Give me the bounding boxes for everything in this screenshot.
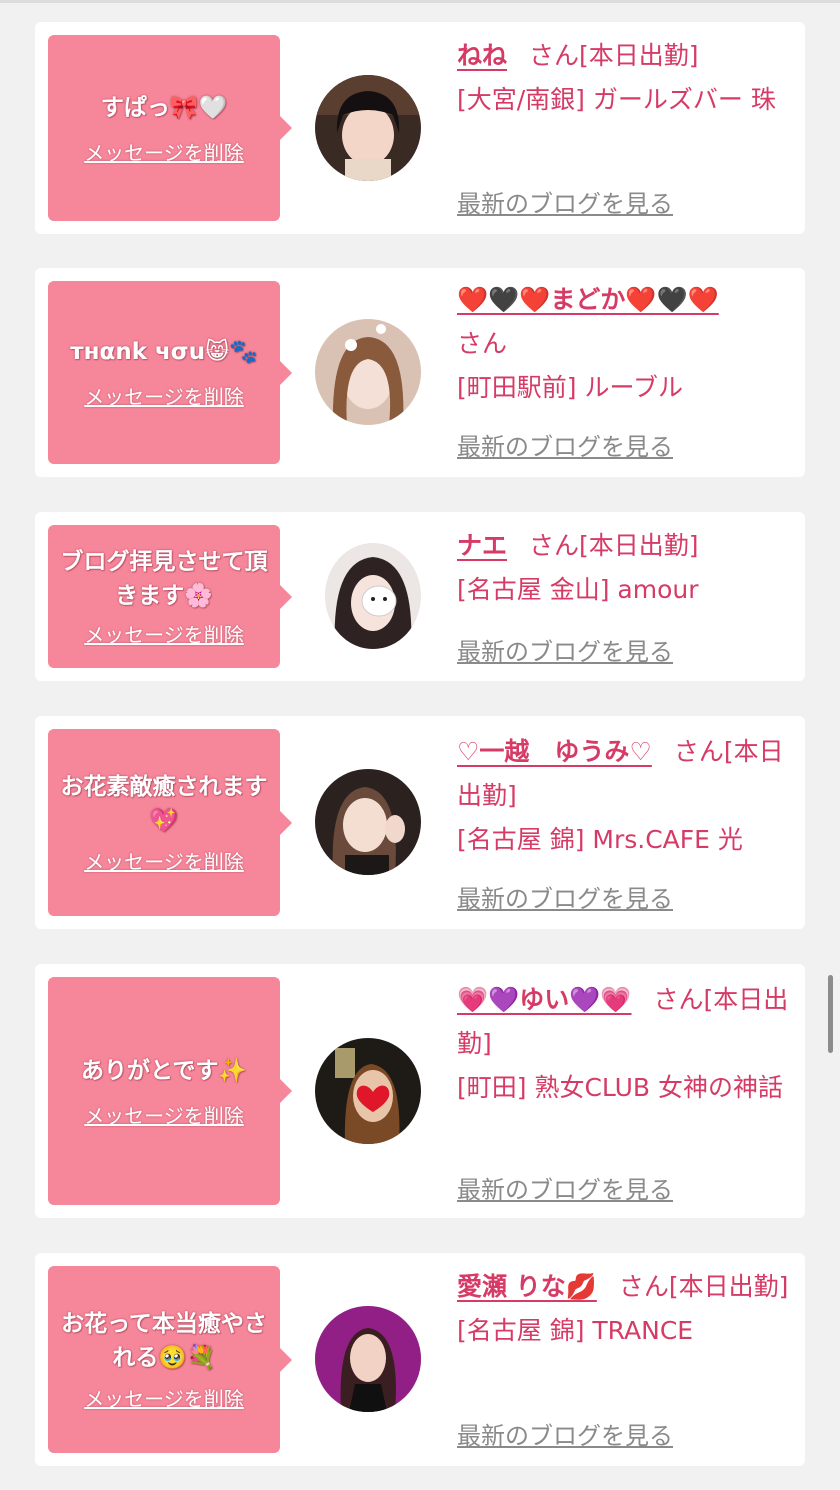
avatar[interactable] [315,319,421,425]
latest-blog-link[interactable]: 最新のブログを見る [457,1416,673,1451]
san-suffix: さん [618,1272,669,1301]
message-bubble: ブログ拝見させて頂きます🌸 メッセージを削除 [48,525,292,668]
girl-name-link[interactable]: 愛瀬 りな💋 [457,1272,597,1301]
delete-message-link[interactable]: メッセージを削除 [84,137,244,166]
girl-info: ❤️🖤❤️まどか❤️🖤❤️ さん [町田駅前] ルーブル [457,278,789,410]
message-text: お花素敵癒されます💖 [60,774,268,834]
san-suffix: さん [529,531,580,560]
girl-name-link[interactable]: ❤️🖤❤️まどか❤️🖤❤️ [457,285,719,314]
avatar[interactable] [315,769,421,875]
girl-info: 💗💜ゆい💜💗 さん[本日出勤] [町田] 熟女CLUB 女神の神話 [457,978,789,1110]
message-text: ありがとです✨ [81,1057,247,1084]
attendance-status: [本日出勤] [579,41,699,70]
delete-message-link[interactable]: メッセージを削除 [84,1383,244,1412]
latest-blog-link[interactable]: 最新のブログを見る [457,879,673,914]
latest-blog-link[interactable]: 最新のブログを見る [457,427,673,462]
delete-message-link[interactable]: メッセージを削除 [84,381,244,410]
shop-name: [名古屋 金山] amour [457,575,699,604]
san-suffix: さん [673,737,724,766]
san-suffix: さん [457,329,508,358]
girl-info: ねね さん[本日出勤] [大宮/南銀] ガールズバー 珠 [457,34,789,122]
delete-message-link[interactable]: メッセージを削除 [84,1100,244,1129]
latest-blog-link[interactable]: 最新のブログを見る [457,184,673,219]
shop-name: [町田] 熟女CLUB 女神の神話 [457,1073,783,1102]
girl-name-link[interactable]: ねね [457,41,507,70]
shop-name: [町田駅前] ルーブル [457,373,683,402]
san-suffix: さん [529,41,580,70]
attendance-status: [本日出勤] [579,531,699,560]
avatar[interactable] [315,1038,421,1144]
message-bubble: すぱっ🎀🤍 メッセージを削除 [48,35,292,221]
message-text: お花って本当癒やされる🥹💐 [61,1311,267,1371]
girl-name-link[interactable]: 💗💜ゆい💜💗 [457,985,632,1014]
avatar[interactable] [325,543,421,649]
girl-name-link[interactable]: ♡一越 ゆうみ♡ [457,737,652,766]
shop-name: [名古屋 錦] TRANCE [457,1316,694,1345]
message-card: тнαnk чσu😸🐾 メッセージを削除 ❤️🖤❤️まどか❤️🖤❤️ さん [町田… [35,268,805,477]
attendance-status: [本日出勤] [668,1272,789,1301]
girl-info: ♡一越 ゆうみ♡ さん[本日出勤] [名古屋 錦] Mrs.CAFE 光 [457,730,789,862]
san-suffix: さん [653,985,704,1014]
message-card: お花素敵癒されます💖 メッセージを削除 ♡一越 ゆうみ♡ さん[本日出勤] [名古… [35,716,805,929]
message-card: ありがとです✨ メッセージを削除 💗💜ゆい💜💗 さん[本日出勤] [町田] 熟女C… [35,964,805,1218]
delete-message-link[interactable]: メッセージを削除 [84,619,244,648]
message-card: すぱっ🎀🤍 メッセージを削除 ねね さん[本日出勤] [大宮/南銀] ガールズバー… [35,22,805,234]
girl-name-link[interactable]: ナエ [457,531,507,560]
top-divider [0,0,840,3]
shop-name: [名古屋 錦] Mrs.CAFE 光 [457,825,743,854]
scrollbar[interactable] [828,975,833,1053]
message-bubble: тнαnk чσu😸🐾 メッセージを削除 [48,281,292,464]
girl-info: ナエ さん[本日出勤] [名古屋 金山] amour [457,524,789,612]
avatar[interactable] [315,75,421,181]
message-bubble: お花素敵癒されます💖 メッセージを削除 [48,729,292,916]
delete-message-link[interactable]: メッセージを削除 [84,846,244,875]
message-card: ブログ拝見させて頂きます🌸 メッセージを削除 ナエ さん[本日出勤] [名古屋 金… [35,512,805,681]
avatar[interactable] [315,1306,421,1412]
message-text: すぱっ🎀🤍 [100,94,228,121]
message-bubble: お花って本当癒やされる🥹💐 メッセージを削除 [48,1266,292,1453]
shop-name: [大宮/南銀] ガールズバー 珠 [457,85,776,114]
latest-blog-link[interactable]: 最新のブログを見る [457,632,673,667]
message-bubble: ありがとです✨ メッセージを削除 [48,977,292,1205]
message-text: ブログ拝見させて頂きます🌸 [60,549,268,609]
message-card: お花って本当癒やされる🥹💐 メッセージを削除 愛瀬 りな💋 さん[本日出勤] [名… [35,1253,805,1466]
message-text: тнαnk чσu😸🐾 [70,339,258,365]
girl-info: 愛瀬 りな💋 さん[本日出勤] [名古屋 錦] TRANCE [457,1265,789,1353]
latest-blog-link[interactable]: 最新のブログを見る [457,1170,673,1205]
